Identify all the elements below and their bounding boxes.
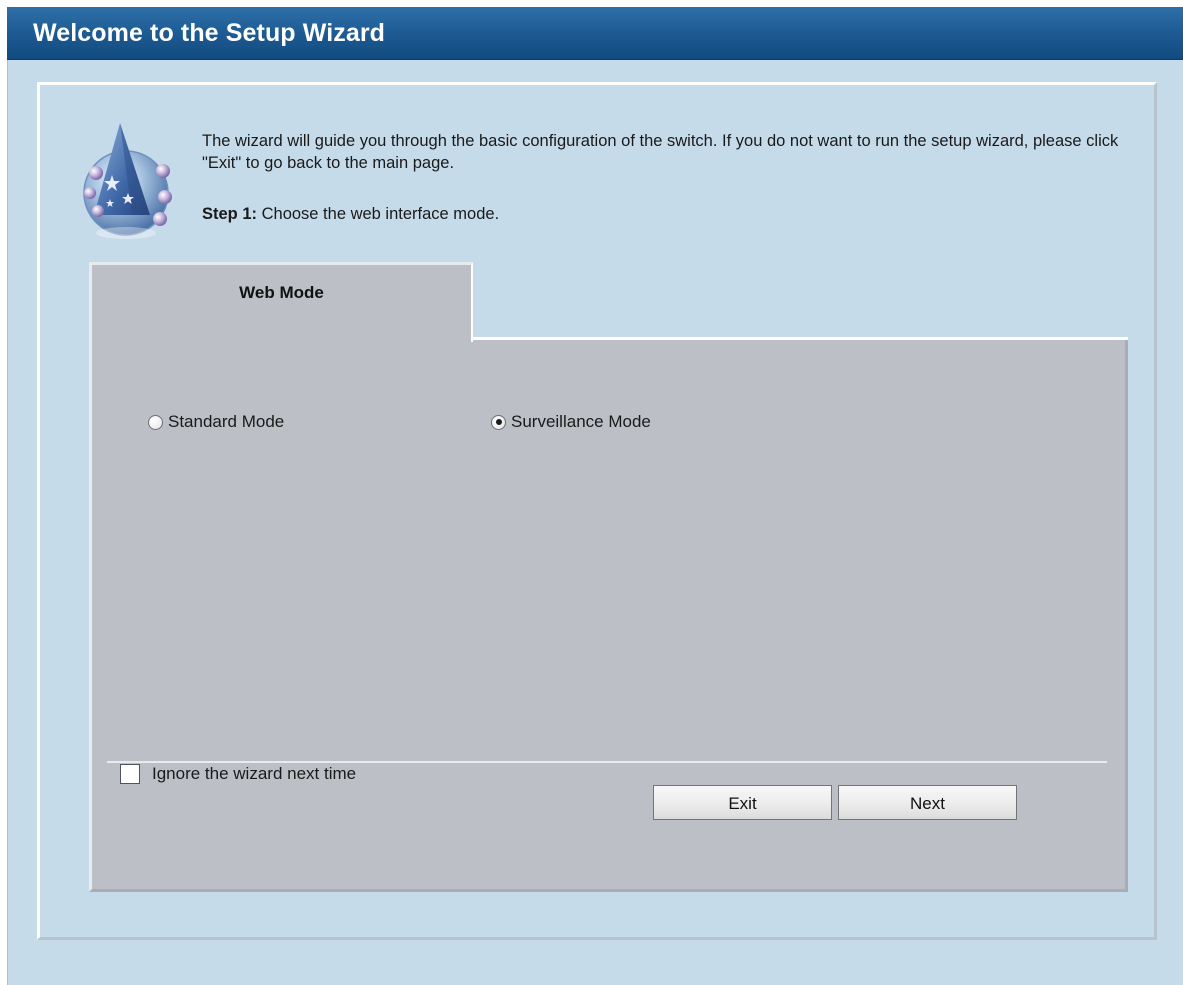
- intro-text: The wizard will guide you through the ba…: [202, 132, 1119, 172]
- tab-web-mode[interactable]: Web Mode: [89, 262, 473, 342]
- standard-mode-label: Standard Mode: [168, 412, 285, 431]
- ignore-wizard-option[interactable]: Ignore the wizard next time: [120, 764, 356, 784]
- ignore-wizard-label: Ignore the wizard next time: [152, 764, 357, 783]
- next-button[interactable]: Next: [838, 785, 1017, 820]
- wizard-hat-icon: [83, 123, 172, 239]
- surveillance-mode-label: Surveillance Mode: [511, 412, 651, 431]
- step-instruction: Step 1: Choose the web interface mode.: [202, 205, 499, 224]
- standard-mode-radio[interactable]: [148, 414, 163, 430]
- step-text: Choose the web interface mode.: [257, 205, 500, 223]
- tab-web-mode-label: Web Mode: [239, 283, 324, 302]
- surveillance-mode-option[interactable]: Surveillance Mode: [491, 412, 651, 432]
- panel-top-edge: [473, 337, 1128, 340]
- step-label: Step 1:: [202, 205, 258, 223]
- exit-button[interactable]: Exit: [653, 785, 832, 820]
- ignore-wizard-checkbox[interactable]: [120, 764, 140, 784]
- page-title: Welcome to the Setup Wizard: [33, 19, 386, 47]
- surveillance-mode-radio[interactable]: [491, 414, 506, 430]
- title-bar: Welcome to the Setup Wizard: [7, 7, 1183, 60]
- footer-divider: [107, 761, 1107, 763]
- setup-wizard-page: Welcome to the Setup Wizard The wizard w…: [0, 0, 1183, 985]
- standard-mode-option[interactable]: Standard Mode: [148, 412, 284, 432]
